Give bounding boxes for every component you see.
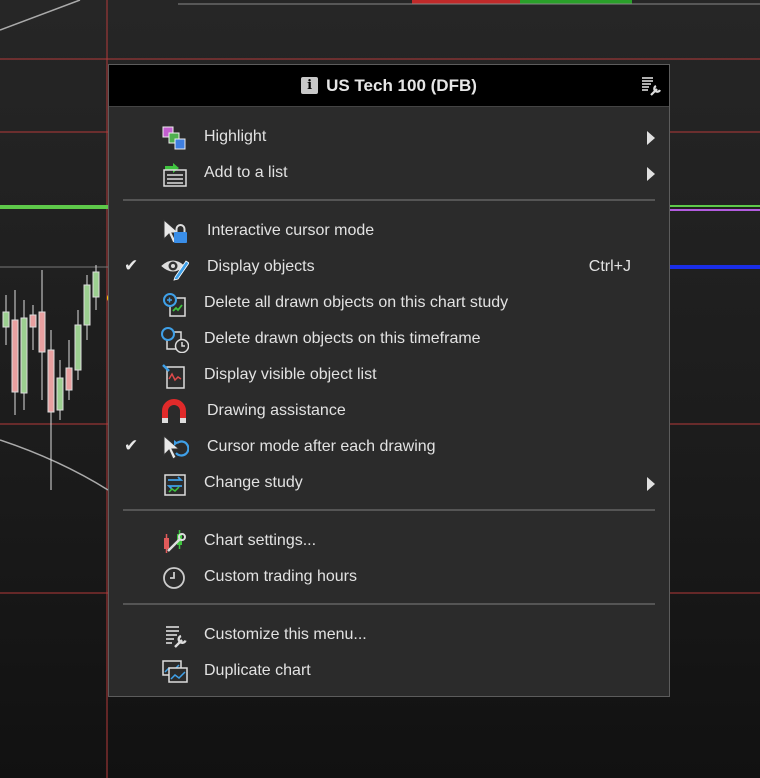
highlight-icon — [162, 126, 186, 150]
menu-item-customize-menu[interactable]: Customize this menu... — [109, 618, 669, 654]
menu-item-label: Drawing assistance — [207, 402, 346, 419]
menu-item-label: Display objects — [207, 258, 315, 275]
menu-title: US Tech 100 (DFB) — [326, 75, 477, 95]
menu-item-label: Display visible object list — [204, 366, 377, 383]
menu-item-drawing-assistance[interactable]: Drawing assistance — [109, 394, 669, 430]
menu-item-label: Customize this menu... — [204, 626, 367, 643]
chart-settings-icon — [164, 530, 186, 553]
menu-separator — [123, 603, 655, 605]
menu-item-label: Cursor mode after each drawing — [207, 438, 436, 455]
clock-icon — [163, 567, 185, 589]
delete-timeframe-objects-icon — [161, 327, 189, 353]
cursor-lock-icon — [163, 219, 187, 244]
menu-item-label: Highlight — [204, 128, 267, 145]
menu-item-change-study[interactable]: Change study — [109, 466, 669, 502]
menu-item-display-objects[interactable]: ✔ Display objects Ctrl+J — [109, 250, 669, 286]
eye-pencil-icon — [161, 260, 189, 281]
checkmark-icon: ✔ — [124, 256, 139, 275]
cursor-return-icon — [163, 435, 189, 460]
menu-item-label: Delete all drawn objects on this chart s… — [204, 294, 509, 311]
checkmark-icon: ✔ — [124, 436, 139, 455]
menu-settings-icon[interactable] — [639, 75, 661, 97]
object-list-icon — [162, 364, 185, 389]
customize-menu-icon — [166, 626, 187, 648]
submenu-arrow-icon — [647, 167, 655, 181]
menu-item-duplicate-chart[interactable]: Duplicate chart — [109, 654, 669, 690]
menu-item-label: Add to a list — [204, 164, 288, 181]
menu-item-delete-drawn-objects-timeframe[interactable]: Delete drawn objects on this timeframe — [109, 322, 669, 358]
submenu-arrow-icon — [647, 477, 655, 491]
menu-item-label: Duplicate chart — [204, 662, 311, 679]
menu-item-add-to-list[interactable]: Add to a list — [109, 156, 669, 192]
menu-item-cursor-mode-after-drawing[interactable]: ✔ Cursor mode after each drawing — [109, 430, 669, 466]
menu-separator — [123, 509, 655, 511]
menu-item-chart-settings[interactable]: Chart settings... — [109, 524, 669, 560]
change-study-icon — [164, 474, 186, 496]
context-menu: i US Tech 100 (DFB) Highlight Add to a l… — [108, 64, 670, 697]
menu-item-custom-trading-hours[interactable]: Custom trading hours — [109, 560, 669, 596]
delete-study-objects-icon — [163, 293, 186, 317]
menu-item-label: Delete drawn objects on this timeframe — [204, 330, 481, 347]
submenu-arrow-icon — [647, 131, 655, 145]
menu-separator — [123, 199, 655, 201]
magnet-icon — [162, 399, 186, 423]
menu-item-delete-all-drawn-objects-study[interactable]: Delete all drawn objects on this chart s… — [109, 286, 669, 322]
menu-item-label: Chart settings... — [204, 532, 317, 549]
menu-item-interactive-cursor-mode[interactable]: Interactive cursor mode — [109, 214, 669, 250]
menu-item-label: Custom trading hours — [204, 568, 357, 585]
menu-header: i US Tech 100 (DFB) — [109, 65, 669, 107]
shortcut-label: Ctrl+J — [588, 258, 631, 275]
duplicate-chart-icon — [162, 660, 188, 683]
menu-item-label: Interactive cursor mode — [207, 222, 375, 239]
info-icon[interactable]: i — [301, 77, 319, 94]
menu-item-display-visible-object-list[interactable]: Display visible object list — [109, 358, 669, 394]
add-to-list-icon — [163, 163, 187, 187]
menu-item-highlight[interactable]: Highlight — [109, 120, 669, 156]
menu-item-label: Change study — [204, 474, 303, 491]
